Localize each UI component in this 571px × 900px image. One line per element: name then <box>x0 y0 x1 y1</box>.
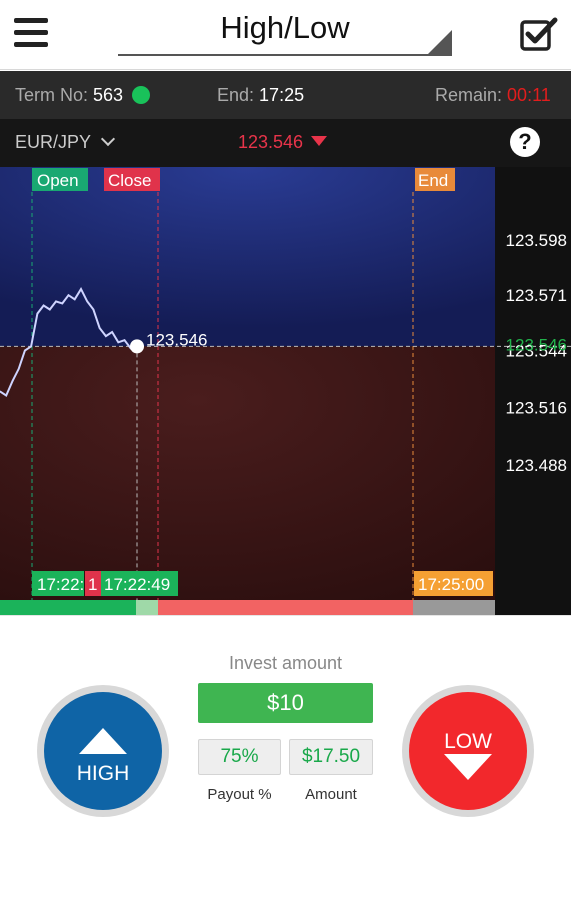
arrow-up-icon <box>79 728 127 754</box>
progress-current <box>136 600 158 615</box>
price-series-point <box>30 345 32 348</box>
progress-remaining <box>158 600 413 615</box>
term-status-dot-icon <box>132 86 151 104</box>
price-series-point <box>92 308 95 311</box>
price-series-point <box>123 339 126 341</box>
end-label: End: <box>217 85 255 105</box>
remain-time: 00:11 <box>507 85 551 105</box>
price-series-point <box>36 312 39 315</box>
asset-bar: EUR/JPY 123.546 <box>0 119 571 167</box>
price-series-point <box>117 341 120 344</box>
invest-amount-label: Invest amount <box>228 653 343 673</box>
dropdown-corner-icon <box>426 30 452 56</box>
payout-percent-label: Payout % <box>207 786 272 803</box>
end-info: End: 17:25 <box>217 85 304 106</box>
asset-price-value: 123.546 <box>238 132 304 152</box>
arrow-down-icon <box>444 754 492 780</box>
checkbox-confirm-icon[interactable] <box>520 16 558 52</box>
progress-elapsed <box>0 600 136 615</box>
mode-title: High/Low <box>220 10 350 45</box>
mode-underline <box>118 54 452 56</box>
price-series-point <box>24 349 26 352</box>
price-series-point <box>5 394 7 397</box>
help-icon[interactable]: ? <box>510 127 540 157</box>
current-time-label: 17:22:49 <box>104 575 170 594</box>
term-number: 563 <box>93 85 124 105</box>
low-label: LOW <box>444 730 492 753</box>
chart-area-above <box>0 167 495 347</box>
low-button-face: LOW <box>409 692 527 810</box>
open-time-label: 17:22: <box>37 575 84 594</box>
price-series-point <box>17 368 20 370</box>
asset-selector[interactable]: EUR/JPY <box>15 131 116 153</box>
y-tick-label: 123.516 <box>506 399 567 418</box>
current-price-label: 123.546 <box>146 330 207 349</box>
chevron-down-icon <box>100 131 116 147</box>
current-price-dot <box>130 339 144 354</box>
end-tag-label: End <box>418 171 448 190</box>
open-tag-label: Open <box>37 171 79 190</box>
price-series-point <box>61 302 64 305</box>
price-series-point <box>86 300 88 303</box>
price-series-point <box>73 298 76 301</box>
y-tick-label: 123.598 <box>506 231 567 250</box>
menu-icon[interactable] <box>14 18 48 48</box>
price-series-point <box>67 294 70 296</box>
end-time-label: 17:25:00 <box>418 575 484 594</box>
progress-tail <box>413 600 495 615</box>
price-series-point <box>42 304 45 307</box>
term-label: Term No: <box>15 85 89 105</box>
payout-amount-box: $17.50 <box>289 739 373 775</box>
y-tick-label: 123.488 <box>506 456 567 475</box>
payout-amount-label: Amount <box>305 786 357 803</box>
top-header: High/Low <box>0 0 571 70</box>
asset-price: 123.546 <box>238 132 328 153</box>
high-label: HIGH <box>76 762 130 785</box>
invest-amount-button[interactable]: $10 <box>198 683 373 723</box>
price-series-point <box>80 288 82 290</box>
close-tag-label: Close <box>108 171 151 190</box>
price-series-point <box>11 380 14 382</box>
low-button[interactable]: LOW <box>402 685 534 817</box>
price-series-point <box>49 308 51 311</box>
price-chart[interactable]: Open Close End 123.546 123.598 123.571 123.544… <box>0 167 571 615</box>
app-root: High/Low Term No: 563 End: 17:25 Remain:… <box>0 0 571 900</box>
y-tick-label: 123.571 <box>506 286 567 305</box>
price-series-point <box>111 331 113 333</box>
high-button[interactable]: HIGH <box>37 685 169 817</box>
remain-info: Remain: 00:11 <box>435 85 551 106</box>
payout-percent-box: 75% <box>198 739 281 775</box>
mode-selector[interactable]: High/Low <box>118 6 452 58</box>
remain-label: Remain: <box>435 85 503 105</box>
term-info-bar: Term No: 563 End: 17:25 Remain: 00:11 <box>0 71 571 119</box>
price-series-point <box>105 335 107 337</box>
current-price-axis-label: 123.546 <box>506 335 567 354</box>
price-series-point <box>98 327 101 329</box>
end-time: 17:25 <box>259 85 305 105</box>
asset-pair: EUR/JPY <box>15 132 92 152</box>
term-info: Term No: 563 <box>15 85 151 106</box>
chart-svg: Open Close End123.546123.598123.571123.544… <box>0 167 571 615</box>
price-down-icon <box>311 136 328 146</box>
high-button-face: HIGH <box>44 692 162 810</box>
close-time-label: 1 <box>88 575 97 594</box>
price-series-point <box>55 300 57 303</box>
